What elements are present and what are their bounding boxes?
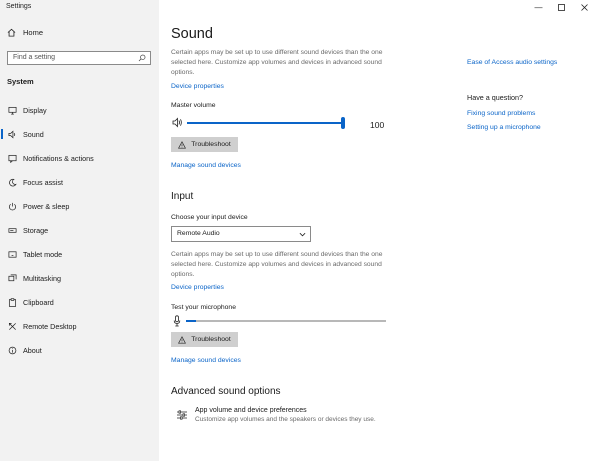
app-volume-preferences-item[interactable]: App volume and device preferences Custom… [176,407,376,423]
sidebar-item-label: Multitasking [23,273,61,283]
input-manage-sound-devices-link[interactable]: Manage sound devices [171,357,241,364]
close-button[interactable] [573,0,596,14]
sidebar-item-remote-desktop[interactable]: Remote Desktop [0,317,159,335]
question-heading: Have a question? [467,93,523,102]
clipped-related-link: ​ [467,41,557,47]
close-icon [581,3,588,11]
sidebar: Settings Home Find a setting System Disp… [0,0,159,461]
warning-icon [178,140,187,149]
sliders-icon [177,410,187,420]
info-icon [8,346,16,354]
sidebar-item-clipboard[interactable]: Clipboard [0,293,159,311]
home-icon [7,28,16,37]
multitasking-icon [8,274,16,281]
fixing-sound-problems-link[interactable]: Fixing sound problems [467,110,535,117]
sidebar-item-focus-assist[interactable]: Focus assist [0,173,159,191]
sidebar-item-about[interactable]: About [0,341,159,359]
minimize-button[interactable]: — [527,0,550,14]
window-title: Settings [6,3,32,10]
sidebar-item-notifications[interactable]: Notifications & actions [0,149,159,167]
input-device-properties-link[interactable]: Device properties [171,284,224,291]
input-heading: Input [171,191,194,202]
troubleshoot-label: Troubleshoot [191,141,231,148]
input-device-label: Choose your input device [171,214,248,221]
sidebar-item-storage[interactable]: Storage [0,221,159,239]
maximize-icon [558,3,565,11]
troubleshoot-button[interactable]: Troubleshoot [171,137,238,152]
master-volume-slider[interactable] [187,117,345,129]
power-icon [8,202,16,210]
sidebar-item-label: Remote Desktop [23,321,77,331]
input-description: Certain apps may be set up to use differ… [171,251,383,278]
sidebar-group-label: System [7,77,34,86]
search-placeholder: Find a setting [13,54,56,61]
mic-level-meter [186,320,386,322]
maximize-button[interactable] [550,0,573,14]
sidebar-item-display[interactable]: Display [0,101,159,119]
sidebar-item-label: Display [23,105,47,115]
output-description: Certain apps may be set up to use differ… [171,49,383,76]
search-input[interactable]: Find a setting [7,51,151,65]
sidebar-item-label: Sound [23,129,44,139]
home-nav-item[interactable]: Home [7,28,43,37]
master-volume-fill [187,122,345,124]
app-volume-title: App volume and device preferences [195,407,307,414]
sidebar-item-label: About [23,345,42,355]
window-controls: — [527,0,596,14]
master-volume-value: 100 [370,120,385,130]
sidebar-item-label: Notifications & actions [23,153,94,163]
tablet-icon [8,250,16,258]
master-volume-label: Master volume [171,102,216,109]
sidebar-item-power-sleep[interactable]: Power & sleep [0,197,159,215]
app-volume-desc: Customize app volumes and the speakers o… [195,416,376,423]
remote-desktop-icon [8,322,16,330]
sidebar-item-label: Storage [23,225,49,235]
sidebar-item-label: Focus assist [23,177,63,187]
ease-of-access-audio-link[interactable]: Ease of Access audio settings [467,59,557,66]
input-troubleshoot-button[interactable]: Troubleshoot [171,332,238,347]
clipboard-icon [8,297,16,307]
monitor-icon [8,106,16,114]
warning-icon [178,335,187,344]
input-device-value: Remote Audio [177,230,220,237]
output-device-properties-link[interactable]: Device properties [171,83,224,90]
sidebar-item-label: Power & sleep [23,201,70,211]
microphone-icon [173,315,181,327]
sidebar-item-sound[interactable]: Sound [0,125,159,143]
input-device-select[interactable]: Remote Audio [171,226,311,242]
sidebar-item-label: Tablet mode [23,249,63,259]
master-volume-thumb[interactable] [341,117,345,129]
speaker-icon [8,130,15,138]
notification-icon [8,154,16,163]
volume-icon[interactable] [172,117,184,128]
page-title: Sound [171,26,213,42]
mic-test-label: Test your microphone [171,304,236,311]
troubleshoot-label: Troubleshoot [191,336,231,343]
sidebar-item-label: Clipboard [23,297,54,307]
advanced-heading: Advanced sound options [171,386,281,397]
sidebar-item-multitasking[interactable]: Multitasking [0,269,159,287]
setting-up-microphone-link[interactable]: Setting up a microphone [467,124,541,131]
mic-level-fill [186,320,196,322]
search-icon [138,54,146,62]
manage-sound-devices-link[interactable]: Manage sound devices [171,162,241,169]
moon-icon [8,178,17,186]
chevron-down-icon [299,232,306,237]
home-label: Home [23,28,44,37]
sidebar-item-tablet-mode[interactable]: Tablet mode [0,245,159,263]
storage-icon [8,227,16,233]
